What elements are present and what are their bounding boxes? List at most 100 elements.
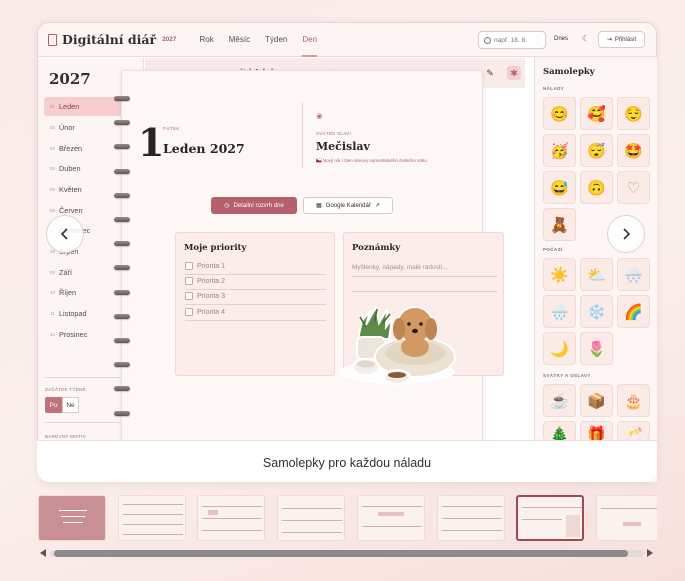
sticker-item[interactable]: 🤩 [617, 134, 650, 167]
sticker-item[interactable]: 🎁 [580, 421, 613, 441]
month-label: Leden [59, 102, 80, 112]
sticker-item[interactable]: ♡ [617, 171, 650, 204]
notes-title: Poznámky [352, 243, 401, 253]
sticker-item[interactable]: 🌙 [543, 332, 576, 365]
tab-month[interactable]: Měsíc [229, 23, 250, 57]
sticker-item[interactable]: 📦 [580, 384, 613, 417]
pen-icon[interactable]: ✎ [483, 66, 497, 80]
logo-icon [48, 33, 57, 46]
checkbox[interactable] [185, 262, 193, 270]
sticker-item[interactable]: 🥰 [580, 97, 613, 130]
carousel-next-button[interactable] [607, 215, 645, 253]
sticker-item[interactable]: ❄️ [580, 295, 613, 328]
login-button[interactable]: ⇥ Přihlásit [598, 31, 645, 48]
checkbox[interactable] [185, 277, 193, 285]
sticker-panel-title: Samolepky [543, 67, 595, 77]
sticker-item[interactable]: 🧸 [543, 208, 576, 241]
sticker-panel: Samolepky NÁLADY 😊 🥰 😌 🥳 😴 🤩 😅 🙃 ♡ 🧸 POČ… [534, 57, 657, 482]
priority-item[interactable]: Priorita 3 [185, 292, 225, 300]
sticker-item[interactable]: 🌷 [580, 332, 613, 365]
thumbnail-2[interactable] [118, 495, 186, 541]
line [185, 320, 326, 321]
chevron-right-icon [623, 228, 631, 240]
month-num: 06 [49, 207, 55, 213]
sticker-item[interactable]: 😌 [617, 97, 650, 130]
notes-input[interactable]: Myšlenky, nápady, malé radosti... [352, 264, 448, 271]
month-label: Únor [59, 122, 75, 132]
week-start-caption: ZAČÁTEK TÝDNE [45, 387, 87, 392]
thumbnail-5[interactable] [357, 495, 425, 541]
month-label: Prosinec [59, 329, 88, 339]
sticker-item[interactable]: ☀️ [543, 258, 576, 291]
sticker-item[interactable]: 🥳 [543, 134, 576, 167]
scroll-right-icon[interactable] [647, 549, 653, 557]
thumbnail-1[interactable] [38, 495, 106, 541]
weekday-label: PÁTEK [163, 126, 180, 131]
carousel-prev-button[interactable] [46, 215, 84, 253]
sticker-item[interactable]: 🙃 [580, 171, 613, 204]
detail-schedule-button[interactable]: ◷ Detailní rozvrh dne [211, 197, 297, 214]
month-num: 05 [49, 186, 55, 192]
app-header: Digitální diář 2027 Rok Měsíc Týden Den … [38, 23, 656, 57]
sticker-item[interactable]: 😅 [543, 171, 576, 204]
sticker-tool-icon[interactable]: ✱ [507, 66, 521, 80]
sticker-item[interactable]: 🌈 [617, 295, 650, 328]
week-start-monday[interactable]: Po [45, 397, 62, 413]
tab-day[interactable]: Den [302, 23, 318, 57]
scroll-left-icon[interactable] [40, 549, 46, 557]
checkbox[interactable] [185, 308, 193, 316]
tab-week[interactable]: Týden [265, 23, 287, 57]
login-label: Přihlásit [614, 36, 637, 43]
clock-icon: ◷ [224, 203, 230, 209]
month-label: Květen [59, 184, 82, 194]
month-num: 03 [49, 145, 55, 151]
priority-item[interactable]: Priorita 2 [185, 277, 225, 285]
today-button[interactable]: Dnes [554, 36, 568, 42]
app-logo[interactable]: Digitální diář [62, 32, 156, 47]
stickers-section-caption: NÁLADY [543, 86, 565, 91]
week-start-sunday[interactable]: Ne [62, 397, 79, 413]
month-label: Říjen [59, 288, 77, 298]
line [185, 304, 326, 305]
month-label: Červen [59, 205, 83, 215]
priority-item[interactable]: Priorita 4 [185, 308, 225, 316]
month-label: Listopad [59, 309, 87, 319]
thumbnail-4[interactable] [277, 495, 345, 541]
sticker-item[interactable]: ☕ [543, 384, 576, 417]
google-calendar-button[interactable]: ▦ Google Kalendář ↗ [303, 197, 393, 214]
thumbnail-8[interactable] [596, 495, 657, 541]
sticker-item[interactable]: ⛅ [580, 258, 613, 291]
sticker-item[interactable]: 😊 [543, 97, 576, 130]
theme-caption: BAREVNÝ MOTIV [45, 434, 86, 439]
month-num: 11 [50, 311, 55, 317]
priorities-title: Moje priority [184, 243, 247, 253]
slide-caption: Samolepky pro každou náladu [37, 440, 657, 482]
priority-item[interactable]: Priorita 1 [185, 262, 225, 270]
month-label: Březen [59, 143, 83, 153]
google-calendar-label: Google Kalendář [325, 202, 371, 209]
external-link-icon: ↗ [374, 203, 380, 209]
date-search[interactable] [478, 31, 546, 49]
thumbnail-3[interactable] [197, 495, 265, 541]
holiday-note-text: Nový rok / Den obnovy samostatného české… [322, 158, 427, 163]
horizontal-scrollbar[interactable] [37, 546, 657, 560]
month-num: 12 [49, 331, 55, 337]
sticker-item[interactable]: 🌨️ [617, 258, 650, 291]
nameday-name: Mečislav [316, 140, 370, 153]
checkbox[interactable] [185, 292, 193, 300]
thumbnail-6[interactable] [437, 495, 505, 541]
login-icon: ⇥ [606, 37, 612, 43]
search-input[interactable] [494, 36, 544, 44]
line [185, 274, 326, 275]
sticker-item[interactable]: 🎄 [543, 421, 576, 441]
scroll-thumb[interactable] [54, 550, 628, 557]
sticker-item[interactable]: 🥂 [617, 421, 650, 441]
sticker-item[interactable]: 🌧️ [543, 295, 576, 328]
year-badge: 2027 [162, 36, 177, 43]
sticker-item[interactable]: 😴 [580, 134, 613, 167]
thumbnail-7-selected[interactable] [516, 495, 584, 541]
puppy-plant-sticker[interactable] [333, 277, 458, 387]
sticker-item[interactable]: 🎂 [617, 384, 650, 417]
dark-mode-icon[interactable]: ☾ [582, 34, 589, 43]
tab-year[interactable]: Rok [200, 23, 214, 57]
